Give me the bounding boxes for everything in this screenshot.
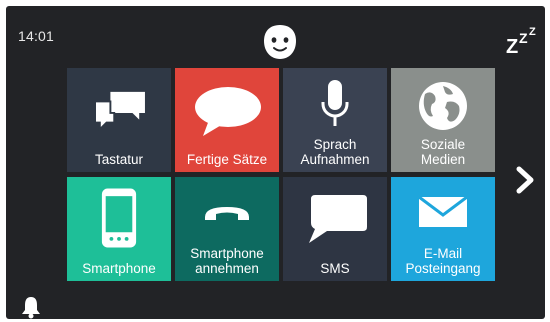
- tile-label: Soziale Medien: [420, 137, 466, 167]
- tile-smartphone-annehmen[interactable]: Smartphone annehmen: [175, 177, 279, 281]
- chat-bubbles-icon: [94, 91, 145, 132]
- microphone-icon: [321, 80, 349, 126]
- clock: 14:01: [18, 28, 55, 44]
- phone-handset-icon: [205, 207, 249, 220]
- tile-label: SMS: [320, 261, 350, 276]
- smartphone-icon: [101, 188, 137, 248]
- speech-bubble-icon: [195, 87, 261, 136]
- chevron-right-icon[interactable]: [515, 165, 537, 195]
- tile-label: Fertige Sätze: [186, 152, 268, 167]
- envelope-icon: [418, 195, 468, 227]
- face-icon[interactable]: [262, 23, 298, 61]
- tile-label: Smartphone: [82, 261, 156, 276]
- tile-label: E-Mail Posteingang: [405, 246, 481, 276]
- tile-label: Tastatur: [94, 152, 144, 167]
- tile-sms[interactable]: SMS: [283, 177, 387, 281]
- tile-label: Smartphone annehmen: [190, 246, 264, 276]
- sleep-icon[interactable]: Z Z Z: [506, 26, 542, 58]
- device-screen: 14:01 Z Z Z Tastatur Fertige Sätze Sprac…: [6, 6, 545, 319]
- globe-icon: [419, 82, 467, 130]
- bell-icon[interactable]: [20, 295, 42, 319]
- tile-sprach-aufnahmen[interactable]: Sprach Aufnahmen: [283, 68, 387, 172]
- tile-label: Sprach Aufnahmen: [300, 137, 370, 167]
- tile-tastatur[interactable]: Tastatur: [67, 68, 171, 172]
- sms-bubble-icon: [309, 195, 367, 243]
- tile-email-posteingang[interactable]: E-Mail Posteingang: [391, 177, 495, 281]
- tile-soziale-medien[interactable]: Soziale Medien: [391, 68, 495, 172]
- tile-fertige-saetze[interactable]: Fertige Sätze: [175, 68, 279, 172]
- tile-smartphone[interactable]: Smartphone: [67, 177, 171, 281]
